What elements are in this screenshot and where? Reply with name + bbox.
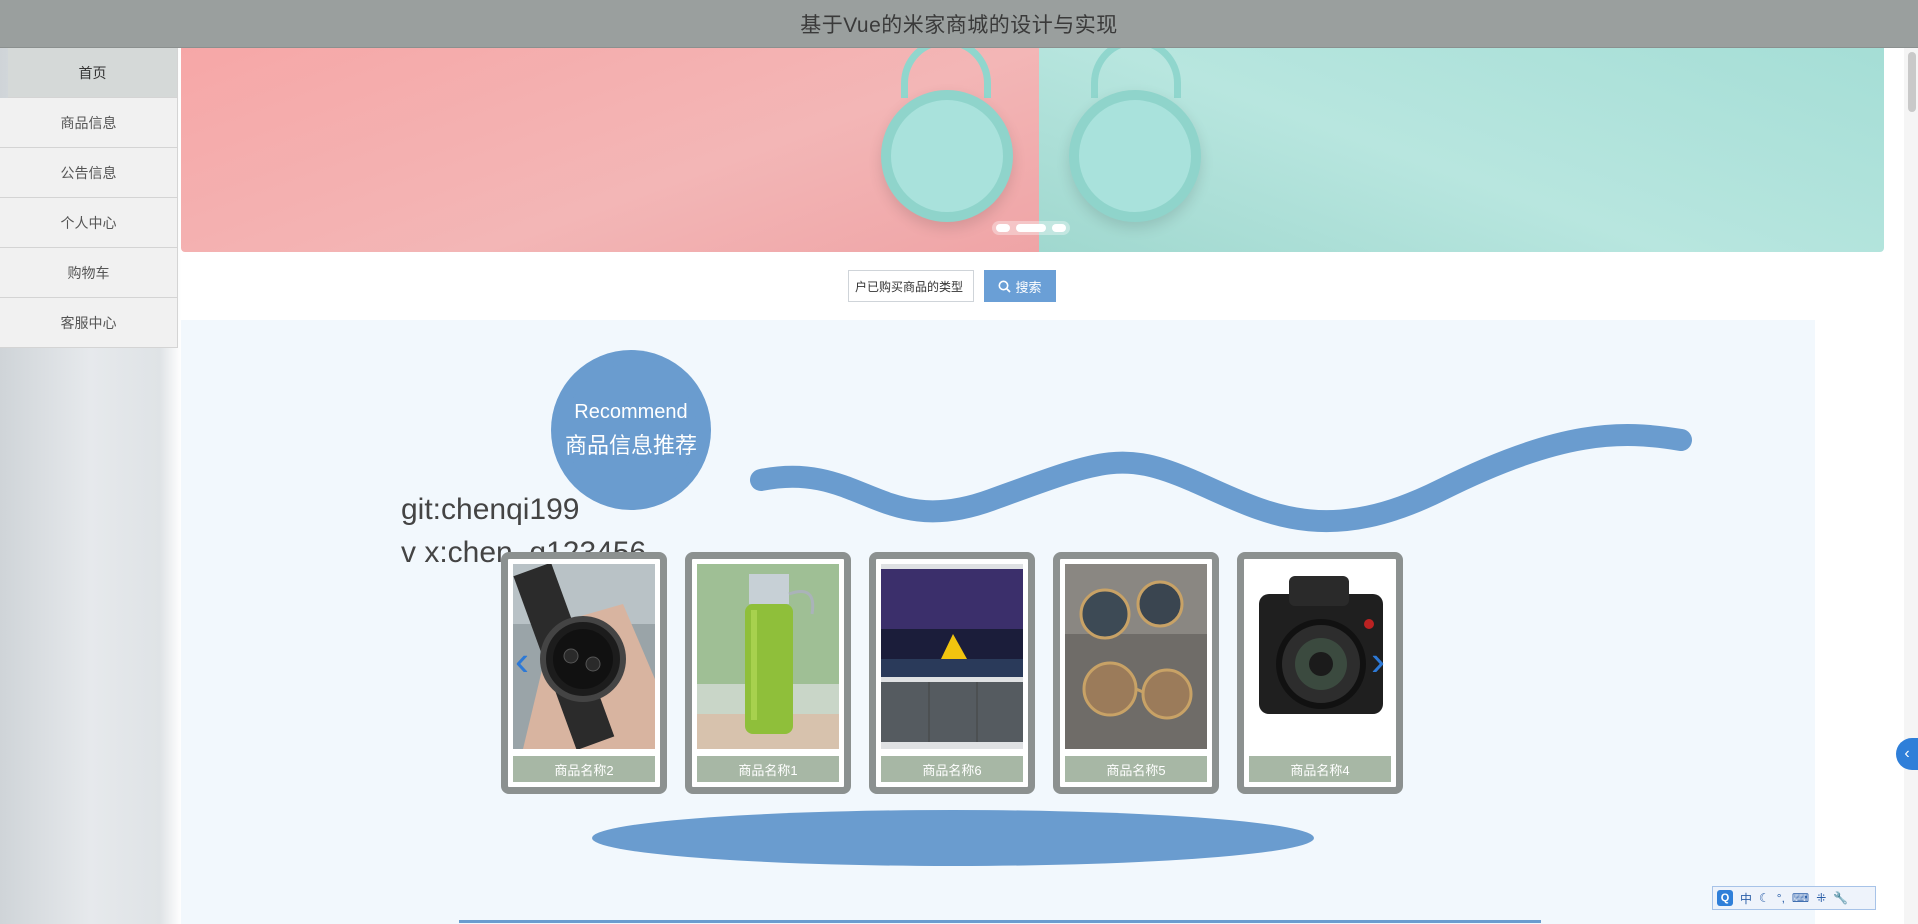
sidebar-item-cart[interactable]: 购物车 <box>0 248 178 298</box>
grid-icon[interactable]: ⁜ <box>1816 891 1826 905</box>
product-image-bottle <box>697 564 839 749</box>
chevron-right-icon[interactable]: › <box>1371 640 1385 682</box>
git-line: git:chenqi199 <box>401 493 580 526</box>
product-name: 商品名称6 <box>881 756 1023 782</box>
decorative-wave <box>750 424 1692 532</box>
scrollbar-thumb[interactable] <box>1908 52 1916 112</box>
product-name: 商品名称4 <box>1249 756 1391 782</box>
punctuation-icon[interactable]: °, <box>1777 891 1785 905</box>
product-image-watch <box>513 564 655 749</box>
headphone-earcup <box>881 90 1013 222</box>
search-input[interactable] <box>848 270 974 302</box>
page-title: 基于Vue的米家商城的设计与实现 <box>800 13 1118 37</box>
product-image-sunglasses <box>1065 564 1207 749</box>
product-card[interactable]: 商品名称5 <box>1053 552 1219 794</box>
sidebar-item-products[interactable]: 商品信息 <box>0 98 178 148</box>
sidebar-item-label: 公告信息 <box>60 164 117 181</box>
recommend-section: Recommend 商品信息推荐 git:chenqi199 v x:chen_… <box>181 320 1815 924</box>
keyboard-icon[interactable]: ⌨ <box>1792 891 1809 905</box>
product-name: 商品名称2 <box>513 756 655 782</box>
search-button[interactable]: 搜索 <box>984 270 1056 302</box>
header-bar: 基于Vue的米家商城的设计与实现 <box>0 0 1918 48</box>
search-icon <box>998 280 1012 293</box>
carousel-dot[interactable] <box>996 224 1010 232</box>
recommend-badge: Recommend 商品信息推荐 <box>565 364 697 496</box>
carousel-indicators <box>992 221 1070 235</box>
search-bar: 搜索 <box>848 270 1056 302</box>
section-divider <box>459 920 1541 923</box>
sidebar-item-profile[interactable]: 个人中心 <box>0 198 178 248</box>
page-scrollbar[interactable] <box>1904 48 1918 924</box>
product-image-camera <box>1249 564 1391 749</box>
banner-carousel[interactable] <box>181 48 1884 252</box>
sidebar-item-label: 客服中心 <box>60 314 117 331</box>
ime-logo-icon[interactable]: Q <box>1717 890 1733 906</box>
recommend-badge-cn: 商品信息推荐 <box>565 432 698 458</box>
chevron-left-icon[interactable]: ‹ <box>1896 738 1918 770</box>
product-card[interactable]: 商品名称6 <box>869 552 1035 794</box>
chevron-left-icon[interactable]: ‹ <box>515 640 529 682</box>
carousel-dot[interactable] <box>1052 224 1066 232</box>
product-image-tv <box>881 564 1023 749</box>
sidebar-item-notices[interactable]: 公告信息 <box>0 148 178 198</box>
moon-icon[interactable]: ☾ <box>1759 891 1770 905</box>
sidebar-item-home[interactable]: 首页 <box>8 48 178 98</box>
search-button-label: 搜索 <box>1015 279 1042 295</box>
recommend-badge-en: Recommend <box>574 400 688 423</box>
sidebar-item-label: 商品信息 <box>60 114 117 131</box>
sidebar-item-label: 个人中心 <box>60 214 117 231</box>
product-carousel: 商品名称2 商品名称1 商品名称6 商品名称5 商品名称4 <box>501 552 1403 794</box>
headphone-earcup <box>1069 90 1201 222</box>
sidebar-item-label: 首页 <box>78 64 107 81</box>
sidebar: 首页 商品信息 公告信息 个人中心 购物车 客服中心 <box>0 48 178 348</box>
product-name: 商品名称1 <box>697 756 839 782</box>
sidebar-item-label: 购物车 <box>67 264 110 281</box>
product-card[interactable]: 商品名称1 <box>685 552 851 794</box>
product-name: 商品名称5 <box>1065 756 1207 782</box>
wrench-icon[interactable]: 🔧 <box>1833 891 1848 905</box>
decorative-ellipse <box>592 810 1314 866</box>
sidebar-item-service[interactable]: 客服中心 <box>0 298 178 348</box>
ime-toolbar: Q 中 ☾ °, ⌨ ⁜ 🔧 <box>1712 886 1876 910</box>
ime-mode-toggle[interactable]: 中 <box>1740 890 1752 907</box>
carousel-dot-active[interactable] <box>1016 224 1046 232</box>
